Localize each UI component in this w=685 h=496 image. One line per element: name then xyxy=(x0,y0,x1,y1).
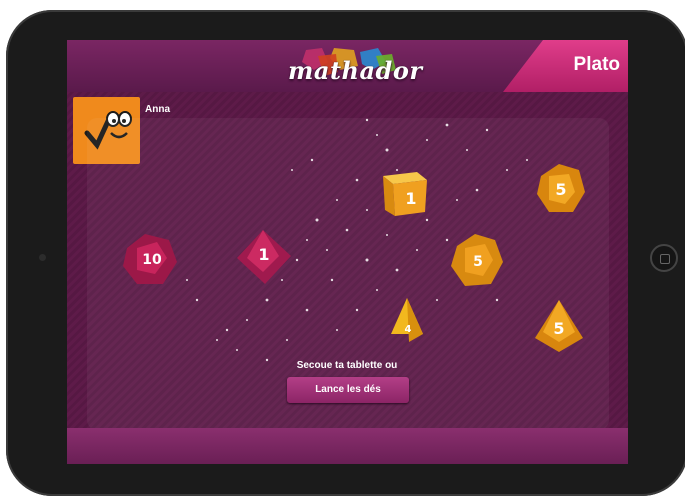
die-face-label: 10 xyxy=(142,252,162,268)
die-face-label: 1 xyxy=(258,245,269,264)
game-screen: mathador Plato Anna 10 1 1 4 5 5 5 Secou… xyxy=(67,40,628,464)
d12-die: 5 xyxy=(451,234,503,286)
d8-die: 5 xyxy=(535,300,583,352)
home-button[interactable] xyxy=(650,244,678,272)
shake-instruction: Secoue ta tablette ou xyxy=(296,360,398,371)
die-face-label: 5 xyxy=(553,319,564,338)
camera xyxy=(39,254,46,261)
d12-die: 5 xyxy=(537,164,585,212)
die-face-label: 4 xyxy=(405,324,412,335)
d8-die: 1 xyxy=(237,230,291,284)
d4-die: 4 xyxy=(391,298,423,342)
roll-dice-button[interactable]: Lance les dés xyxy=(287,377,409,403)
footer-bar xyxy=(67,428,628,464)
d6-die: 1 xyxy=(383,172,427,216)
die-face-label: 5 xyxy=(555,180,566,199)
die-face-label: 5 xyxy=(473,254,483,270)
d12-die: 10 xyxy=(123,234,177,284)
die-face-label: 1 xyxy=(405,189,416,208)
